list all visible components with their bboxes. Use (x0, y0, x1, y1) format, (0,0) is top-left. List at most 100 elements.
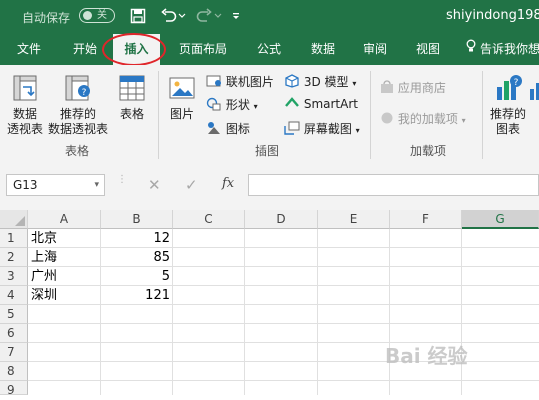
select-all-corner[interactable] (0, 210, 28, 229)
gridline (317, 229, 318, 395)
chevron-down-icon[interactable]: ▾ (94, 175, 99, 195)
addins-group-name: 加载项 (410, 144, 447, 158)
illustrations-group-name: 插图 (255, 144, 280, 158)
tab-review[interactable]: 审阅 (352, 34, 398, 65)
gridline (389, 229, 390, 395)
row-header[interactable]: 2 (0, 248, 28, 267)
online-pictures-label: 联机图片 (225, 75, 274, 89)
insert-function-button[interactable]: fx (222, 176, 234, 191)
cube-icon (284, 74, 300, 91)
column-chart-icon (530, 83, 539, 100)
row-header[interactable]: 3 (0, 267, 28, 286)
gridline (28, 323, 539, 324)
toggle-knob (83, 11, 92, 20)
group-separator (158, 71, 159, 159)
screenshot-button[interactable]: 屏幕截图 ▾ (284, 120, 360, 138)
highlight-ring (102, 33, 166, 66)
formula-input[interactable] (248, 174, 539, 196)
smartart-label: SmartArt (303, 97, 358, 111)
autosave-toggle[interactable]: 关 (79, 8, 115, 23)
undo-dropdown-icon[interactable] (176, 6, 188, 26)
tab-data[interactable]: 数据 (300, 34, 346, 65)
picture-label: 图片 (169, 107, 194, 121)
title-bar: 自动保存 关 shiyindong1988· (0, 0, 539, 34)
recommended-pivot-button[interactable]: ? 推荐的 数据透视表 (46, 73, 110, 137)
name-box-value: G13 (13, 178, 38, 192)
cell-a4[interactable]: 深圳 (31, 286, 57, 305)
row-header[interactable]: 7 (0, 343, 28, 362)
name-box[interactable]: G13 ▾ (6, 174, 105, 196)
shapes-label: 形状 (225, 98, 250, 112)
group-separator (482, 71, 483, 159)
gridline (461, 229, 462, 395)
cell-a2[interactable]: 上海 (31, 248, 57, 267)
svg-text:?: ? (514, 78, 519, 88)
tab-page-layout[interactable]: 页面布局 (170, 34, 236, 65)
cancel-icon[interactable]: ✕ (148, 176, 161, 194)
customize-icon[interactable] (228, 6, 244, 26)
tell-me-search[interactable]: 告诉我你想 (466, 34, 539, 65)
enter-icon[interactable]: ✓ (185, 176, 198, 194)
chevron-down-icon: ▾ (253, 102, 258, 111)
tab-file[interactable]: 文件 (6, 34, 52, 65)
row-header[interactable]: 6 (0, 324, 28, 343)
picture-icon (169, 77, 195, 99)
pivot-table-icon (13, 75, 37, 101)
pivot-table-button[interactable]: 数据 透视表 (3, 73, 47, 137)
gridline (28, 380, 539, 381)
cell-b4[interactable]: 121 (101, 286, 170, 305)
redo-dropdown-icon[interactable] (212, 6, 224, 26)
column-header-e[interactable]: E (318, 210, 390, 229)
row-header[interactable]: 4 (0, 286, 28, 305)
column-header-c[interactable]: C (173, 210, 245, 229)
tell-me-label: 告诉我你想 (480, 42, 539, 56)
shapes-button[interactable]: 形状 ▾ (206, 96, 258, 114)
picture-button[interactable]: 图片 (164, 73, 200, 122)
table-button[interactable]: 表格 (113, 73, 151, 122)
cell-b3[interactable]: 5 (101, 267, 170, 286)
3d-models-label: 3D 模型 (303, 75, 349, 89)
save-icon[interactable] (127, 6, 149, 26)
tab-formulas[interactable]: 公式 (246, 34, 292, 65)
cell-a3[interactable]: 广州 (31, 267, 57, 286)
screenshot-icon (284, 121, 300, 138)
smartart-button[interactable]: SmartArt (284, 96, 358, 113)
lightbulb-icon (466, 34, 476, 65)
formula-bar: G13 ▾ ⋮ ✕ ✓ fx (0, 163, 539, 210)
watermark: Bai 经验 (385, 344, 468, 368)
store-icon (380, 80, 394, 97)
row-header[interactable]: 5 (0, 305, 28, 324)
column-header-d[interactable]: D (245, 210, 318, 229)
tab-view[interactable]: 视图 (405, 34, 451, 65)
column-header-b[interactable]: B (101, 210, 173, 229)
cell-b1[interactable]: 12 (101, 229, 170, 248)
store-label: 应用商店 (397, 81, 446, 95)
row-header[interactable]: 8 (0, 362, 28, 381)
recommended-charts-button[interactable]: ? 推荐的 图表 (486, 73, 530, 137)
select-all-icon (15, 216, 25, 226)
column-header-f[interactable]: F (390, 210, 462, 229)
pivot-table-label-2: 透视表 (6, 122, 43, 136)
online-pictures-icon (206, 74, 222, 91)
cell-b2[interactable]: 85 (101, 248, 170, 267)
my-addins-button[interactable]: 我的加载项 ▾ (380, 110, 466, 128)
online-pictures-button[interactable]: 联机图片 (206, 73, 274, 91)
3d-models-button[interactable]: 3D 模型 ▾ (284, 73, 356, 91)
recommended-charts-label-2: 图表 (495, 122, 520, 136)
column-header-g[interactable]: G (462, 210, 539, 229)
autosave-state: 关 (97, 10, 107, 21)
group-separator (370, 71, 371, 159)
ribbon-tabs: 文件 开始 插入 页面布局 公式 数据 审阅 视图 告诉我你想 (0, 34, 539, 65)
chart-type-button[interactable] (528, 79, 539, 105)
icons-icon (206, 121, 222, 138)
store-button[interactable]: 应用商店 (380, 79, 446, 97)
tables-group-name: 表格 (65, 144, 90, 158)
row-header[interactable]: 9 (0, 381, 28, 397)
row-header[interactable]: 1 (0, 229, 28, 248)
column-header-a[interactable]: A (28, 210, 101, 229)
worksheet-grid[interactable]: A B C D E F G 1 2 3 4 5 6 7 8 9 北京 12 上海… (0, 210, 539, 397)
cell-a1[interactable]: 北京 (31, 229, 57, 248)
pivot-table-label-1: 数据 (12, 107, 37, 121)
account-name[interactable]: shiyindong1988· (446, 8, 539, 23)
icons-button[interactable]: 图标 (206, 120, 250, 138)
